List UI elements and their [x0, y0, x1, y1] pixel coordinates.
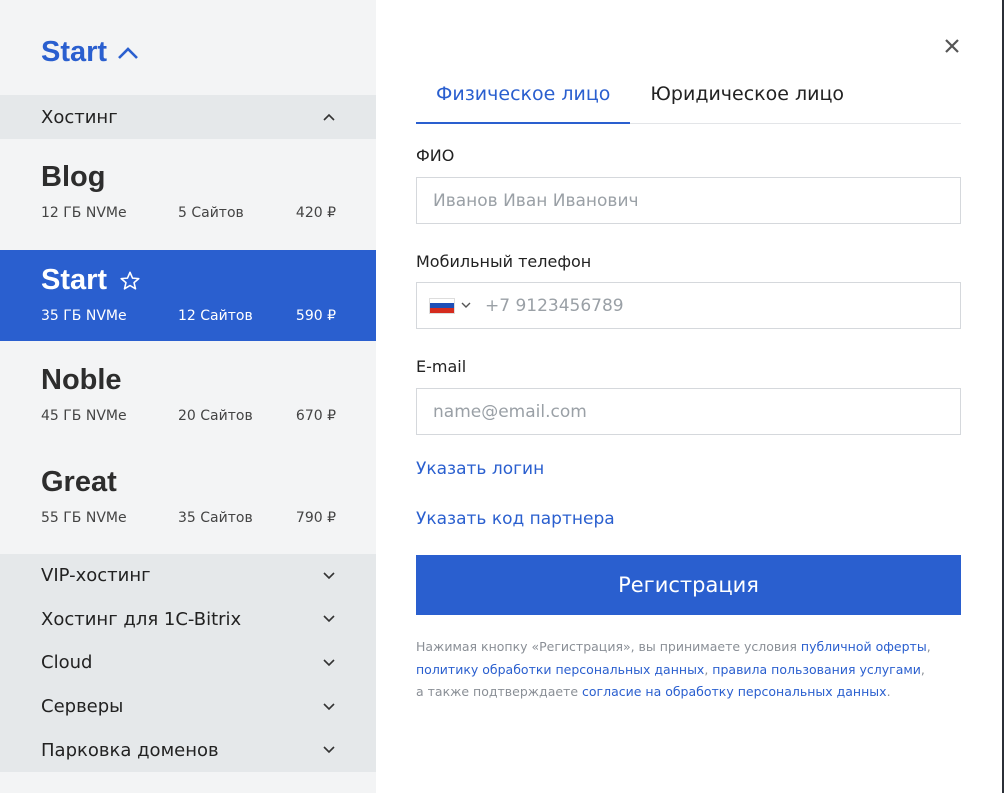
- chevron-down-icon: [323, 746, 335, 754]
- section-label: VIP-хостинг: [41, 565, 151, 587]
- tariff-price: 420 ₽: [295, 205, 336, 221]
- tariff-blog[interactable]: Blog 12 ГБ NVMe 5 Сайтов 420 ₽: [0, 147, 376, 238]
- russia-flag-icon: [429, 297, 455, 314]
- specify-login-link[interactable]: Указать логин: [416, 459, 544, 479]
- phone-label: Мобильный телефон: [416, 252, 592, 271]
- tariff-price: 790 ₽: [295, 510, 336, 526]
- country-selector[interactable]: [429, 297, 471, 314]
- tariff-sites: 12 Сайтов: [178, 308, 253, 324]
- tariff-specs: 35 ГБ NVMe 12 Сайтов 590 ₽: [41, 308, 336, 324]
- phone-placeholder: +7 9123456789: [485, 295, 624, 316]
- close-icon[interactable]: [944, 38, 960, 54]
- tariff-name: Start: [41, 264, 141, 297]
- tariff-noble[interactable]: Noble 45 ГБ NVMe 20 Сайтов 670 ₽: [0, 350, 376, 441]
- star-icon[interactable]: [119, 270, 141, 292]
- section-servers[interactable]: Серверы: [0, 685, 376, 729]
- legal-notice: Нажимая кнопку «Регистрация», вы принима…: [416, 639, 931, 699]
- tariff-specs: 45 ГБ NVMe 20 Сайтов 670 ₽: [41, 408, 336, 424]
- current-plan-title: Start: [41, 36, 108, 68]
- section-hosting[interactable]: Хостинг: [0, 95, 376, 139]
- partner-code-link[interactable]: Указать код партнера: [416, 509, 615, 529]
- public-offer-link[interactable]: публичной оферты: [801, 639, 927, 654]
- tariff-name: Great: [41, 466, 117, 498]
- tariff-start[interactable]: Start 35 ГБ NVMe 12 Сайтов 590 ₽: [0, 250, 376, 341]
- section-hosting-label: Хостинг: [41, 106, 118, 128]
- tariff-disk: 12 ГБ NVMe: [41, 205, 127, 221]
- tariff-price: 670 ₽: [295, 408, 336, 424]
- section-label: Cloud: [41, 652, 93, 674]
- tariff-disk: 45 ГБ NVMe: [41, 408, 127, 424]
- section-bitrix-hosting[interactable]: Хостинг для 1C-Bitrix: [0, 598, 376, 642]
- email-label: E-mail: [416, 357, 467, 376]
- tariff-disk: 35 ГБ NVMe: [41, 308, 127, 324]
- chevron-down-icon: [461, 302, 471, 308]
- register-button[interactable]: Регистрация: [416, 555, 961, 615]
- email-input[interactable]: name@email.com: [416, 388, 961, 435]
- chevron-up-icon: [323, 113, 335, 121]
- chevron-down-icon: [323, 703, 335, 710]
- fio-placeholder: Иванов Иван Иванович: [433, 190, 639, 211]
- section-domain-parking[interactable]: Парковка доменов: [0, 728, 376, 772]
- section-cloud[interactable]: Cloud: [0, 641, 376, 685]
- tariff-sites: 20 Сайтов: [178, 408, 253, 424]
- tariff-specs: 12 ГБ NVMe 5 Сайтов 420 ₽: [41, 205, 336, 221]
- tab-legal-entity[interactable]: Юридическое лицо: [630, 78, 864, 124]
- tariff-great[interactable]: Great 55 ГБ NVMe 35 Сайтов 790 ₽: [0, 452, 376, 543]
- tariff-disk: 55 ГБ NVMe: [41, 510, 127, 526]
- section-vip-hosting[interactable]: VIP-хостинг: [0, 554, 376, 598]
- fio-input[interactable]: Иванов Иван Иванович: [416, 177, 961, 224]
- other-sections: VIP-хостинг Хостинг для 1C-Bitrix Cloud …: [0, 554, 376, 772]
- phone-input[interactable]: +7 9123456789: [416, 282, 961, 329]
- account-type-tabs: Физическое лицо Юридическое лицо: [416, 78, 961, 124]
- tariff-sites: 35 Сайтов: [178, 510, 253, 526]
- chevron-up-icon: [118, 46, 138, 59]
- data-consent-link[interactable]: согласие на обработку персональных данны…: [582, 684, 887, 699]
- tariff-name: Blog: [41, 161, 106, 193]
- tariff-specs: 55 ГБ NVMe 35 Сайтов 790 ₽: [41, 510, 336, 526]
- chevron-down-icon: [323, 659, 335, 667]
- section-label: Парковка доменов: [41, 739, 219, 761]
- tariff-sidebar: Start Хостинг Blog 12 ГБ NVMe 5 Сайтов 4…: [0, 0, 376, 793]
- section-label: Серверы: [41, 696, 124, 718]
- current-plan-header[interactable]: Start: [41, 36, 139, 69]
- terms-of-use-link[interactable]: правила пользования услугами: [712, 662, 921, 677]
- tariff-price: 590 ₽: [295, 308, 336, 324]
- tab-individual[interactable]: Физическое лицо: [416, 78, 631, 124]
- privacy-policy-link[interactable]: политику обработки персональных данных: [416, 662, 704, 677]
- chevron-down-icon: [323, 572, 335, 579]
- chevron-down-icon: [323, 615, 335, 623]
- tariff-name: Noble: [41, 364, 122, 396]
- fio-label: ФИО: [416, 146, 455, 165]
- email-placeholder: name@email.com: [433, 401, 587, 422]
- tariff-sites: 5 Сайтов: [178, 205, 244, 221]
- registration-panel: Физическое лицо Юридическое лицо ФИО Ива…: [376, 0, 1002, 793]
- section-label: Хостинг для 1C-Bitrix: [41, 608, 242, 630]
